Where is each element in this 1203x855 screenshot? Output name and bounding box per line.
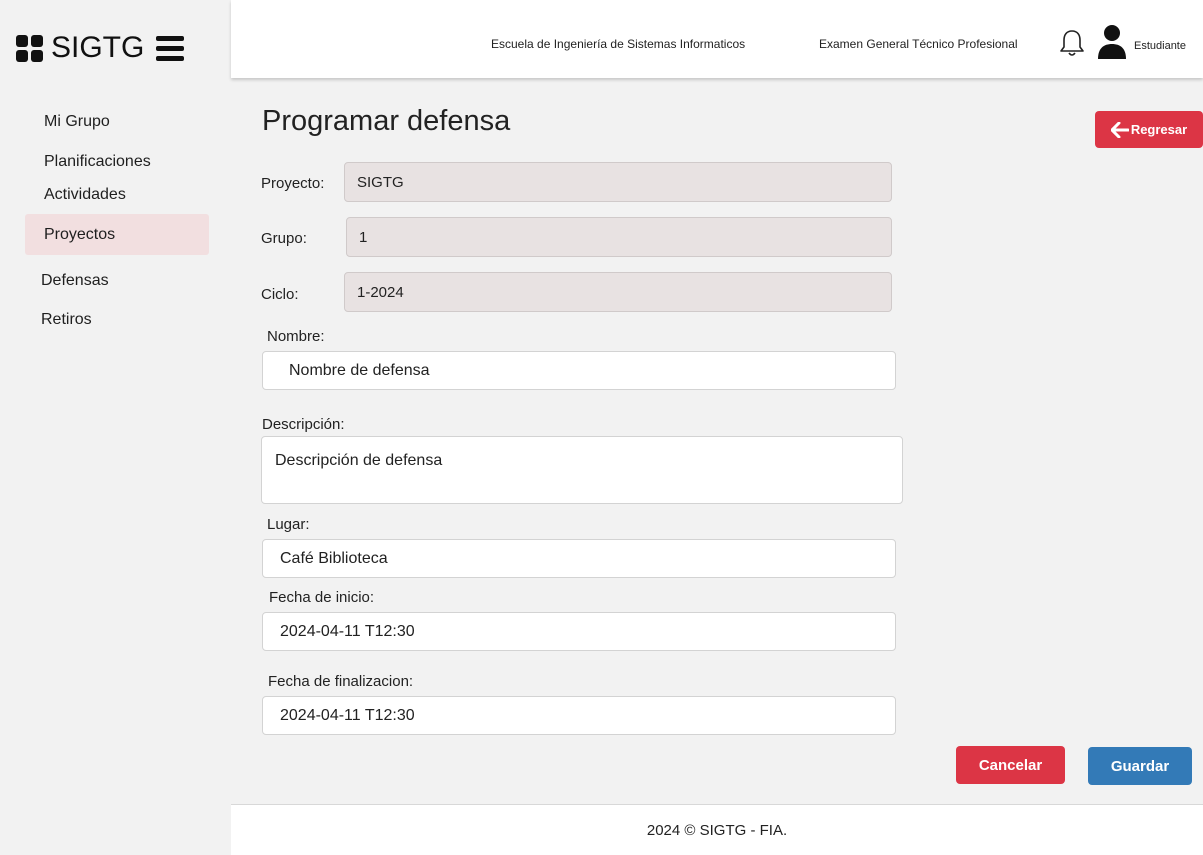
- sidebar-item-mi-grupo[interactable]: Mi Grupo: [44, 113, 110, 131]
- descripcion-label: Descripción:: [262, 416, 345, 433]
- lugar-label: Lugar:: [267, 516, 310, 533]
- nombre-label: Nombre:: [267, 328, 325, 345]
- exam-name: Examen General Técnico Profesional: [819, 37, 1018, 51]
- sidebar-item-defensas[interactable]: Defensas: [41, 272, 109, 290]
- fecha-fin-label: Fecha de finalizacion:: [268, 673, 414, 690]
- lugar-input[interactable]: Café Biblioteca: [262, 539, 896, 578]
- topbar: Escuela de Ingeniería de Sistemas Inform…: [231, 0, 1203, 78]
- grid-icon: [16, 34, 43, 62]
- footer-text: 2024 © SIGTG - FIA.: [646, 822, 788, 839]
- sidebar-item-actividades[interactable]: Actividades: [44, 186, 126, 204]
- school-name: Escuela de Ingeniería de Sistemas Inform…: [491, 37, 746, 51]
- ciclo-label: Ciclo:: [261, 286, 299, 303]
- brand: SIGTG: [16, 28, 185, 68]
- fecha-inicio-label: Fecha de inicio:: [269, 589, 375, 606]
- back-button[interactable]: Regresar: [1095, 111, 1203, 148]
- save-button[interactable]: Guardar: [1088, 747, 1192, 785]
- grupo-field: 1: [346, 217, 892, 257]
- ciclo-field: 1-2024: [344, 272, 892, 312]
- fecha-inicio-input[interactable]: 2024-04-11 T12:30: [262, 612, 896, 651]
- descripcion-textarea[interactable]: Descripción de defensa: [261, 436, 903, 504]
- user-role[interactable]: Estudiante: [1134, 40, 1186, 52]
- page-title: Programar defensa: [262, 105, 511, 137]
- sidebar-item-retiros[interactable]: Retiros: [41, 311, 92, 329]
- sidebar-item-planificaciones[interactable]: Planificaciones: [44, 153, 151, 171]
- user-icon[interactable]: [1097, 24, 1127, 60]
- sidebar-item-proyectos[interactable]: Proyectos: [44, 226, 115, 244]
- fecha-fin-input[interactable]: 2024-04-11 T12:30: [262, 696, 896, 735]
- bell-icon[interactable]: [1059, 28, 1085, 58]
- proyecto-label: Proyecto:: [261, 175, 325, 192]
- arrow-left-icon: [1110, 121, 1129, 138]
- proyecto-field: SIGTG: [344, 162, 892, 202]
- hamburger-icon[interactable]: [156, 35, 185, 61]
- sidebar: SIGTG Mi Grupo Planificaciones Actividad…: [0, 0, 231, 855]
- back-button-label: Regresar: [1130, 122, 1188, 137]
- brand-name: SIGTG: [51, 31, 145, 64]
- footer: 2024 © SIGTG - FIA.: [231, 804, 1203, 855]
- grupo-label: Grupo:: [261, 230, 307, 247]
- nombre-input[interactable]: Nombre de defensa: [262, 351, 896, 390]
- cancel-button[interactable]: Cancelar: [956, 746, 1065, 784]
